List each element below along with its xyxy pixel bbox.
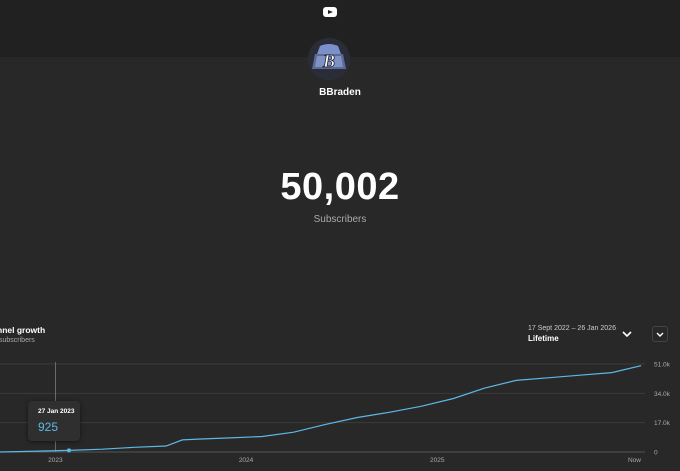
channel-name[interactable]: BBraden	[0, 87, 680, 98]
chart-tooltip: 27 Jan 2023 925	[28, 401, 80, 441]
x-tick-label: Now	[628, 457, 641, 464]
avatar-letter: B	[322, 51, 335, 71]
x-tick-label: 2023	[48, 457, 63, 464]
avatar-logo-icon: B	[308, 38, 350, 80]
tooltip-value: 925	[38, 420, 59, 434]
y-tick-label: 0	[654, 450, 658, 457]
x-tick-label: 2024	[239, 457, 254, 464]
subscriber-count: 50,002	[280, 166, 400, 208]
subscriber-label: Subscribers	[313, 214, 367, 225]
y-tick-label: 34.0k	[654, 391, 671, 398]
range-selector-value[interactable]: Lifetime	[528, 334, 559, 343]
channel-avatar[interactable]: B	[308, 38, 350, 80]
chart-title: nnel growth	[0, 325, 46, 335]
subscriber-growth-chart[interactable]: 51.0k 34.0k 17.0k 0 2023 2024 2025 Now	[0, 350, 680, 471]
x-tick-label: 2025	[430, 457, 445, 464]
subscriber-line-series[interactable]	[0, 365, 642, 453]
expand-button[interactable]	[652, 326, 668, 342]
chart-subtitle: subscribers	[0, 337, 35, 344]
tooltip-date: 27 Jan 2023	[38, 408, 75, 415]
chevron-down-icon[interactable]	[620, 327, 634, 341]
hover-point	[66, 448, 71, 453]
youtube-play-icon[interactable]	[323, 7, 337, 17]
date-range-text: 17 Sept 2022 – 26 Jan 2026	[528, 325, 616, 332]
y-tick-label: 51.0k	[654, 362, 671, 369]
y-tick-label: 17.0k	[654, 420, 671, 427]
chevron-down-icon	[656, 332, 664, 337]
